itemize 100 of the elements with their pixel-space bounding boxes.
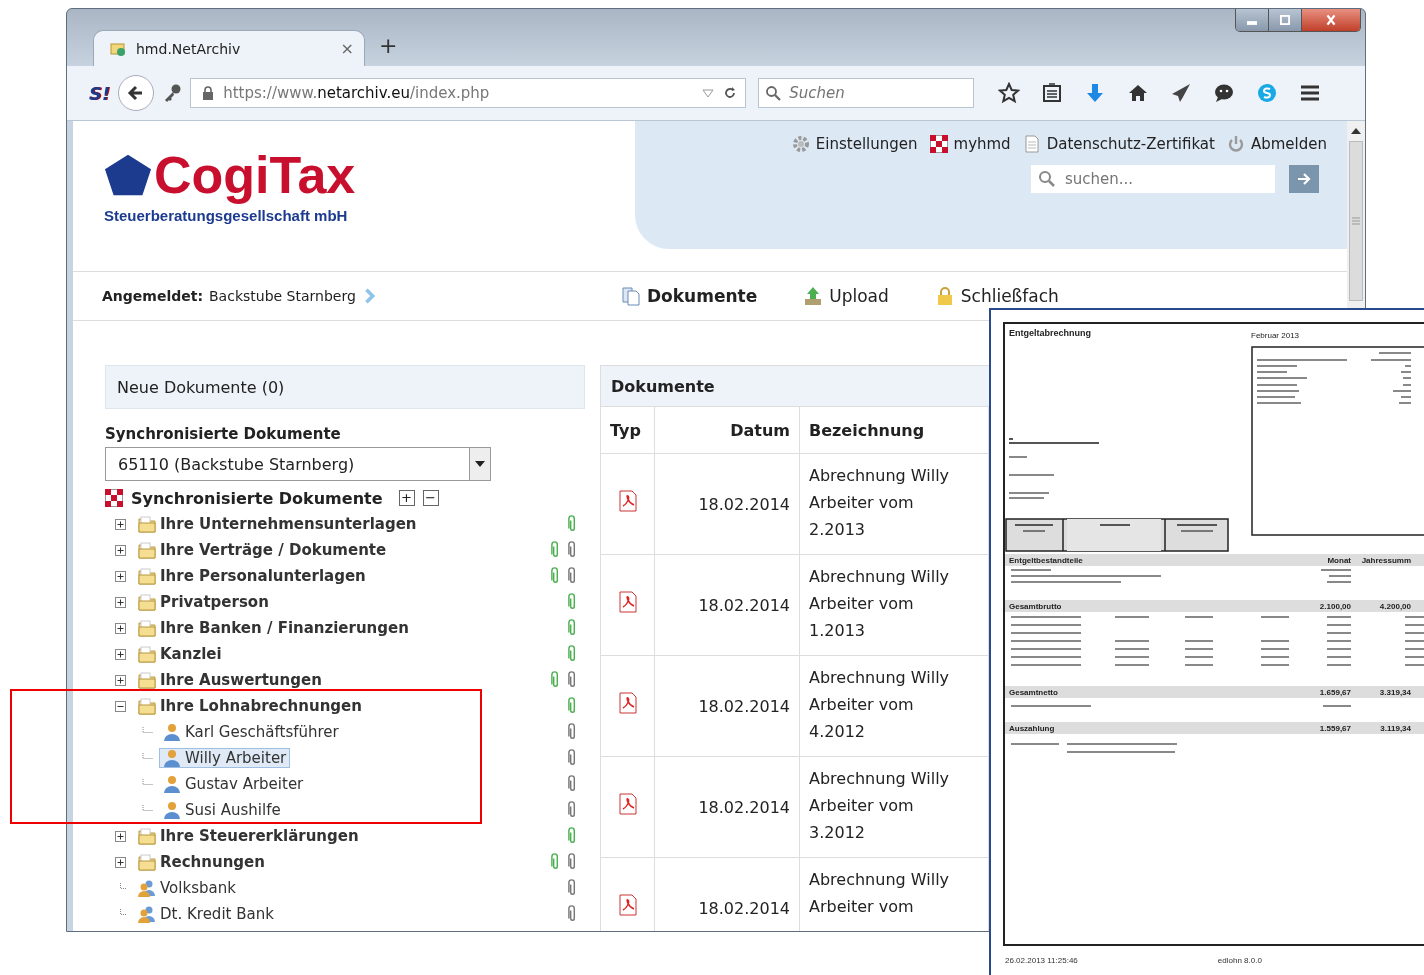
header-link[interactable]: Datenschutz-Zertifikat xyxy=(1022,135,1215,153)
pdf-icon[interactable] xyxy=(616,692,639,714)
column-header[interactable]: Typ xyxy=(601,407,655,453)
maximize-button[interactable] xyxy=(1269,9,1302,31)
grip-icon xyxy=(1351,217,1361,225)
payslip-title: Entgeltabrechnung xyxy=(1009,328,1092,338)
client-select[interactable]: 65110 (Backstube Starnberg) xyxy=(105,447,491,481)
header-link[interactable]: Einstellungen xyxy=(791,135,918,153)
month-value: 1.559,67 xyxy=(1318,723,1351,733)
column-header[interactable]: Datum xyxy=(655,407,800,453)
year-value: Jahressumm xyxy=(1360,555,1412,565)
new-tab-button[interactable]: + xyxy=(379,33,398,58)
tree-item[interactable]: Ihre Lohnabrechnungen xyxy=(160,697,362,715)
month-value: 1.659,67 xyxy=(1318,687,1351,697)
back-button[interactable] xyxy=(118,75,155,111)
tree-item[interactable]: Dt. Kredit Bank xyxy=(160,905,274,923)
tree-item[interactable]: Ihre Auswertungen xyxy=(160,671,322,689)
new-documents-panel[interactable]: Neue Dokumente (0) xyxy=(105,365,585,409)
expand-icon[interactable] xyxy=(115,518,126,530)
header-link[interactable]: myhmd xyxy=(929,135,1011,153)
upload-icon xyxy=(803,286,824,306)
gear-icon xyxy=(791,135,810,153)
document-icon xyxy=(1022,135,1041,153)
year-value: 3.119,34 xyxy=(1379,723,1412,733)
browser-tab[interactable]: hmd.NetArchiv × xyxy=(93,30,365,66)
table-cell: 18.02.2014 xyxy=(655,555,800,655)
expand-all-button[interactable]: + xyxy=(398,490,415,506)
checker-icon xyxy=(929,135,948,153)
reading-list-icon[interactable] xyxy=(1041,82,1064,104)
row-label: Entgeltbestandteile xyxy=(1009,555,1084,565)
maximize-icon xyxy=(1278,14,1292,26)
search-field[interactable]: Suchen xyxy=(758,78,975,108)
power-icon xyxy=(1226,135,1245,153)
tree-item[interactable]: Ihre Banken / Finanzierungen xyxy=(160,619,409,637)
close-button[interactable] xyxy=(1302,9,1360,31)
paper-plane-icon[interactable] xyxy=(1170,82,1193,104)
star-icon[interactable] xyxy=(998,82,1021,104)
search-icon xyxy=(765,85,782,101)
scroll-up-icon[interactable] xyxy=(1351,127,1361,135)
checker-icon xyxy=(105,489,123,507)
header-link[interactable]: Abmelden xyxy=(1226,135,1327,153)
tree-item[interactable]: Willy Arbeiter xyxy=(159,748,291,768)
row-label: Gesamtbrutto xyxy=(1009,601,1063,611)
reload-icon[interactable] xyxy=(723,86,738,100)
tree-item[interactable]: Ihre Verträge / Dokumente xyxy=(160,541,387,559)
year-value: 3.319,34 xyxy=(1378,687,1412,697)
month-value: Monat xyxy=(1326,555,1351,565)
address-bar[interactable]: https://www.netarchiv.eu/index.php xyxy=(190,78,747,108)
tree-item[interactable]: Gustav Arbeiter xyxy=(159,774,308,794)
folder-icon xyxy=(138,515,156,533)
submit-button[interactable] xyxy=(1289,165,1319,193)
expand-icon[interactable] xyxy=(115,570,126,582)
pdf-icon[interactable] xyxy=(616,591,639,613)
nav-tab[interactable]: Schließfach xyxy=(934,286,1059,306)
addon-logo[interactable]: S! xyxy=(89,82,111,104)
people-icon xyxy=(138,905,156,923)
tab-title: hmd.NetArchiv xyxy=(136,40,242,57)
month-value: 2.100,00 xyxy=(1318,601,1351,611)
folder-icon xyxy=(138,541,156,559)
documents-icon xyxy=(621,286,641,306)
pdf-icon[interactable] xyxy=(616,894,639,916)
url-text: https://www.netarchiv.eu/index.php xyxy=(223,84,491,102)
program-version: edlohn 8.0.0 xyxy=(1217,956,1262,965)
tree-item[interactable]: Ihre Steuererklärungen xyxy=(160,827,359,845)
pdf-icon[interactable] xyxy=(616,490,639,512)
table-cell: 18.02.2014 xyxy=(655,656,800,756)
tree-item[interactable]: Volksbank xyxy=(160,879,236,897)
collapse-all-button[interactable]: − xyxy=(422,490,439,506)
panel-title: Dokumente xyxy=(601,366,989,406)
expand-icon[interactable] xyxy=(115,648,126,660)
search-field[interactable]: suchen... xyxy=(1031,165,1275,193)
expand-icon[interactable] xyxy=(115,856,126,868)
tree-item[interactable]: Karl Geschäftsführer xyxy=(159,722,343,742)
pdf-icon[interactable] xyxy=(616,793,639,815)
nav-tab[interactable]: Upload xyxy=(803,286,889,306)
close-icon xyxy=(1324,14,1338,26)
row-label: Auszahlung xyxy=(1009,723,1056,733)
nav-tab[interactable]: Dokumente xyxy=(621,286,758,306)
row-label: Gesamtnetto xyxy=(1009,687,1059,697)
expand-icon[interactable] xyxy=(115,674,126,686)
tree-item[interactable]: Kanzlei xyxy=(160,645,222,663)
logo-text: CogiTax xyxy=(154,145,356,205)
expand-icon[interactable] xyxy=(115,622,126,634)
collapse-icon[interactable] xyxy=(115,700,126,712)
tree-item[interactable]: Rechnungen xyxy=(160,853,265,871)
expand-icon[interactable] xyxy=(115,830,126,842)
user-name: Backstube Starnberg xyxy=(209,288,356,304)
folder-icon xyxy=(138,671,156,689)
folder-icon xyxy=(138,827,156,845)
expand-icon[interactable] xyxy=(115,596,126,608)
folder-icon xyxy=(138,645,156,663)
close-tab-button[interactable]: × xyxy=(340,39,354,58)
expand-icon[interactable] xyxy=(115,544,126,556)
tree-item[interactable]: Ihre Unternehmensunterlagen xyxy=(160,515,417,533)
chat-icon[interactable] xyxy=(1213,82,1236,104)
tree-item[interactable]: Privatperson xyxy=(160,593,269,611)
tree-item[interactable]: Ihre Personalunterlagen xyxy=(160,567,366,585)
minimize-button[interactable] xyxy=(1236,9,1269,31)
tree-item[interactable]: Susi Aushilfe xyxy=(159,800,285,820)
lock-icon xyxy=(201,86,216,100)
